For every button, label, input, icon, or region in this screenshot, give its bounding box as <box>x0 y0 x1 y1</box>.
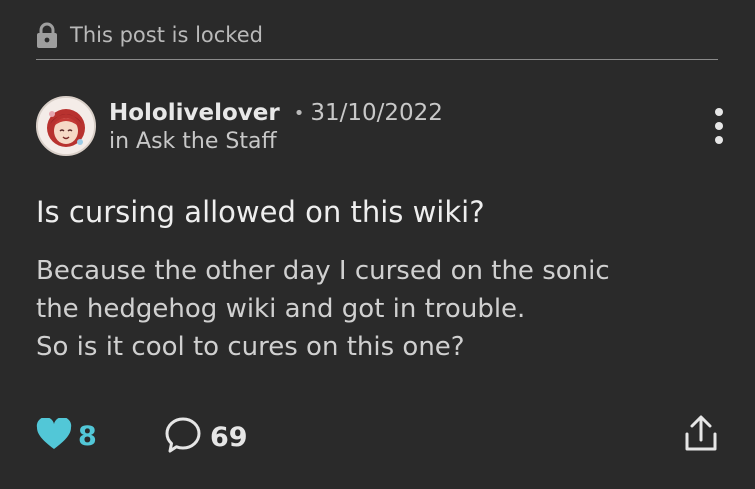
post-body-line: the hedgehog wiki and got in trouble. <box>36 294 526 324</box>
heart-icon <box>36 417 72 454</box>
post-date: 31/10/2022 <box>310 100 443 126</box>
post-body: Because the other day I cursed on the so… <box>36 252 716 366</box>
like-count: 8 <box>78 420 97 452</box>
post-actions: 8 69 <box>36 412 722 458</box>
post-meta: Hololivelover • 31/10/2022 in Ask the St… <box>109 98 443 154</box>
comment-count: 69 <box>210 421 248 453</box>
post-category[interactable]: in Ask the Staff <box>109 129 443 154</box>
lock-icon <box>36 21 58 49</box>
post-header: Hololivelover • 31/10/2022 in Ask the St… <box>36 96 443 156</box>
author-name[interactable]: Hololivelover <box>109 100 280 126</box>
locked-banner: This post is locked <box>36 16 718 60</box>
post-body-line: So is it cool to cures on this one? <box>36 332 465 362</box>
avatar[interactable] <box>36 96 96 156</box>
comment-bubble-icon <box>164 416 202 458</box>
comments-button[interactable]: 69 <box>164 416 248 458</box>
post-body-line: Because the other day I cursed on the so… <box>36 256 610 286</box>
like-button[interactable]: 8 <box>36 417 97 454</box>
separator-dot: • <box>293 102 305 124</box>
locked-label: This post is locked <box>70 22 263 47</box>
post-title[interactable]: Is cursing allowed on this wiki? <box>36 195 485 229</box>
share-icon[interactable] <box>684 414 718 452</box>
more-options-icon[interactable] <box>712 108 726 144</box>
